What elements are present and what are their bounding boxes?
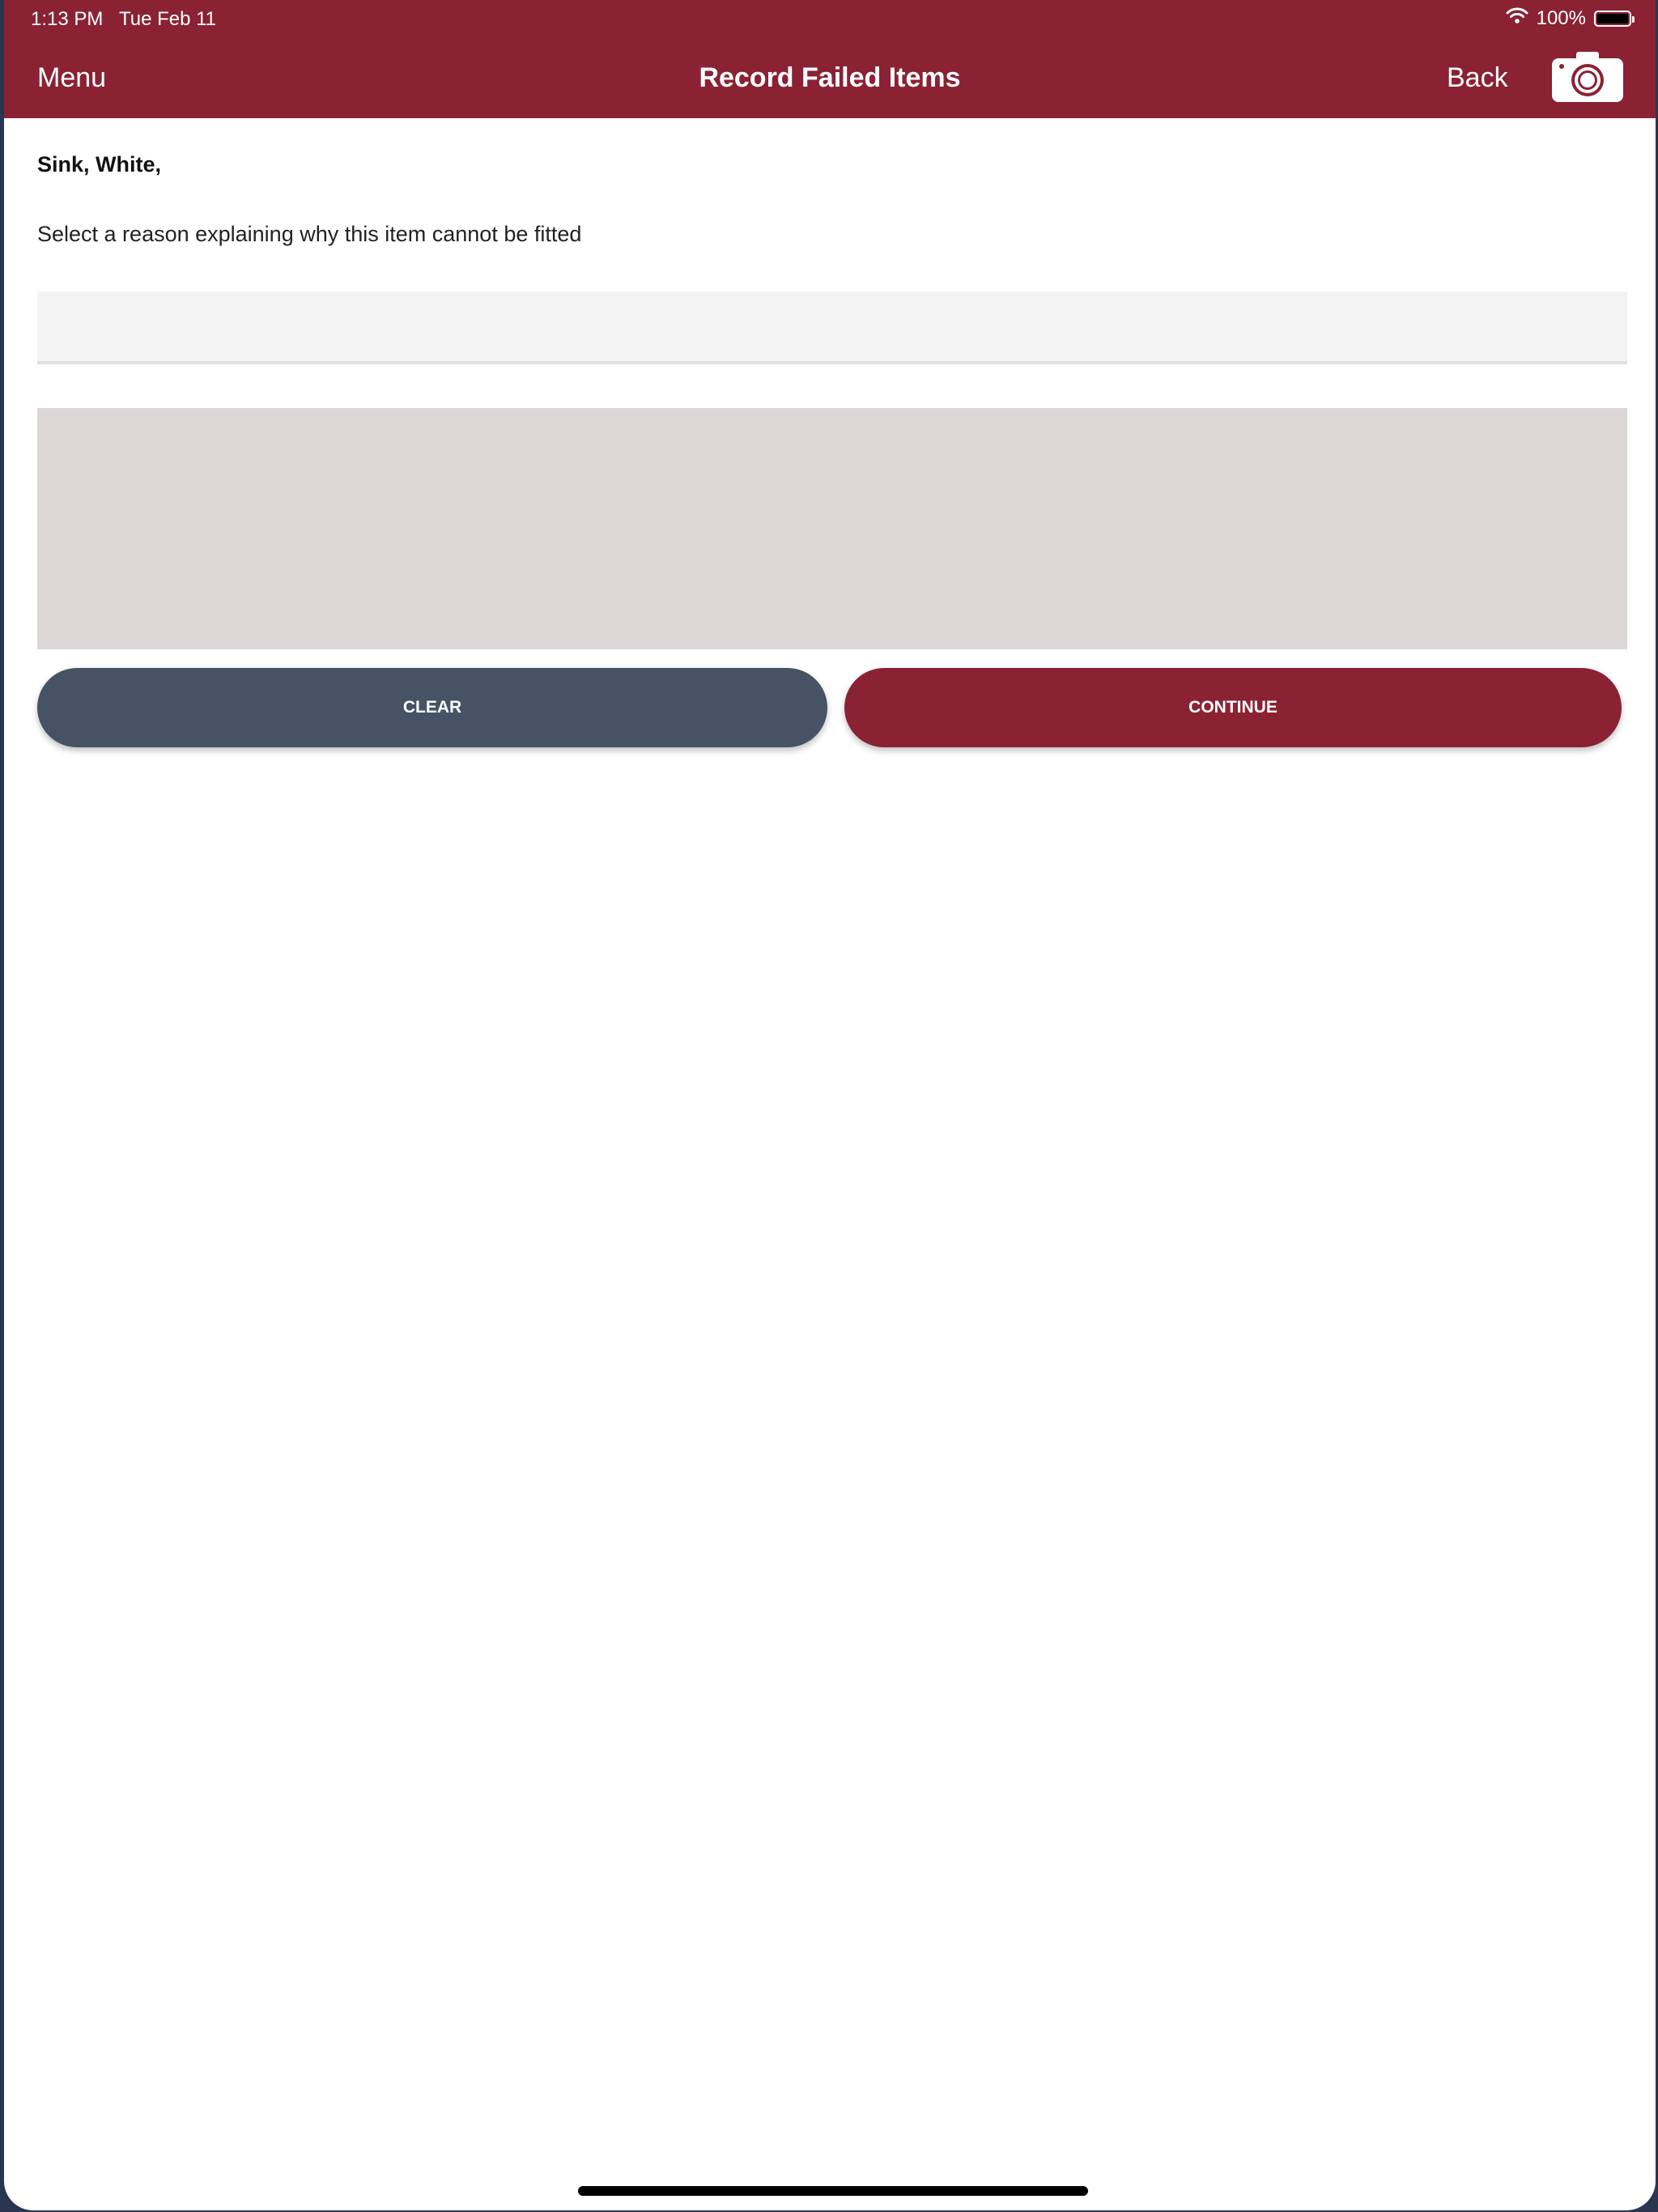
reason-dropdown[interactable] [37,291,1627,364]
instruction-text: Select a reason explaining why this item… [37,222,582,246]
battery-level [1597,13,1628,23]
item-title: Sink, White, [37,152,162,177]
status-time: 1:13 PM Tue Feb 11 [31,8,217,30]
home-indicator [578,2186,1088,2196]
battery-icon [1594,10,1635,27]
status-indicators: 100% [1506,6,1635,30]
camera-button[interactable] [1550,49,1625,104]
notes-textarea[interactable] [37,408,1627,649]
navigation-bar: Menu Record Failed Items Back [4,40,1656,118]
wifi-icon [1506,6,1528,30]
camera-icon [1550,52,1625,107]
back-button[interactable]: Back [1447,62,1508,94]
continue-button[interactable]: CONTINUE [844,668,1622,747]
clear-button[interactable]: CLEAR [37,668,827,747]
app-screen: 1:13 PM Tue Feb 11 100% Menu Record Fail… [4,0,1656,2210]
page-title: Record Failed Items [699,62,961,93]
battery-percent: 100% [1536,6,1586,29]
status-bar: 1:13 PM Tue Feb 11 100% [4,0,1656,40]
